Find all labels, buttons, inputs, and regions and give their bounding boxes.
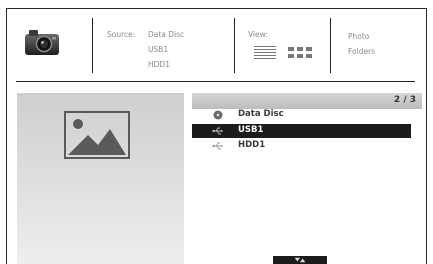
mode-photo[interactable]: Photo bbox=[348, 32, 369, 41]
list-item-label: USB1 bbox=[238, 125, 264, 135]
list-item-data-disc[interactable]: Data Disc bbox=[192, 108, 411, 122]
page-indicator: 2 / 3 bbox=[393, 95, 416, 105]
header-divider bbox=[330, 18, 331, 73]
source-option-hdd1[interactable]: HDD1 bbox=[148, 60, 170, 69]
list-view-icon[interactable] bbox=[254, 46, 276, 60]
image-placeholder-icon bbox=[64, 111, 130, 159]
source-option-usb1[interactable]: USB1 bbox=[148, 45, 168, 54]
scroll-arrows-icon[interactable] bbox=[273, 256, 327, 264]
usb-icon bbox=[212, 142, 223, 150]
preview-panel bbox=[17, 93, 184, 264]
header-divider bbox=[92, 18, 93, 73]
disc-icon bbox=[213, 110, 223, 120]
source-option-data-disc[interactable]: Data Disc bbox=[148, 30, 184, 39]
list-item-label: Data Disc bbox=[238, 109, 284, 119]
header-rule bbox=[16, 81, 415, 82]
mode-folders[interactable]: Folders bbox=[348, 47, 375, 56]
header-divider bbox=[234, 18, 235, 73]
camera-icon bbox=[25, 30, 59, 55]
grid-view-icon[interactable] bbox=[288, 47, 312, 59]
list-item-hdd1[interactable]: HDD1 bbox=[192, 139, 411, 153]
list-header: 2 / 3 bbox=[192, 93, 422, 109]
list-item-usb1[interactable]: USB1 bbox=[192, 124, 411, 138]
source-label: Source: bbox=[107, 30, 136, 39]
list-item-label: HDD1 bbox=[238, 140, 266, 150]
view-label: View: bbox=[248, 30, 268, 39]
usb-icon bbox=[212, 127, 223, 135]
